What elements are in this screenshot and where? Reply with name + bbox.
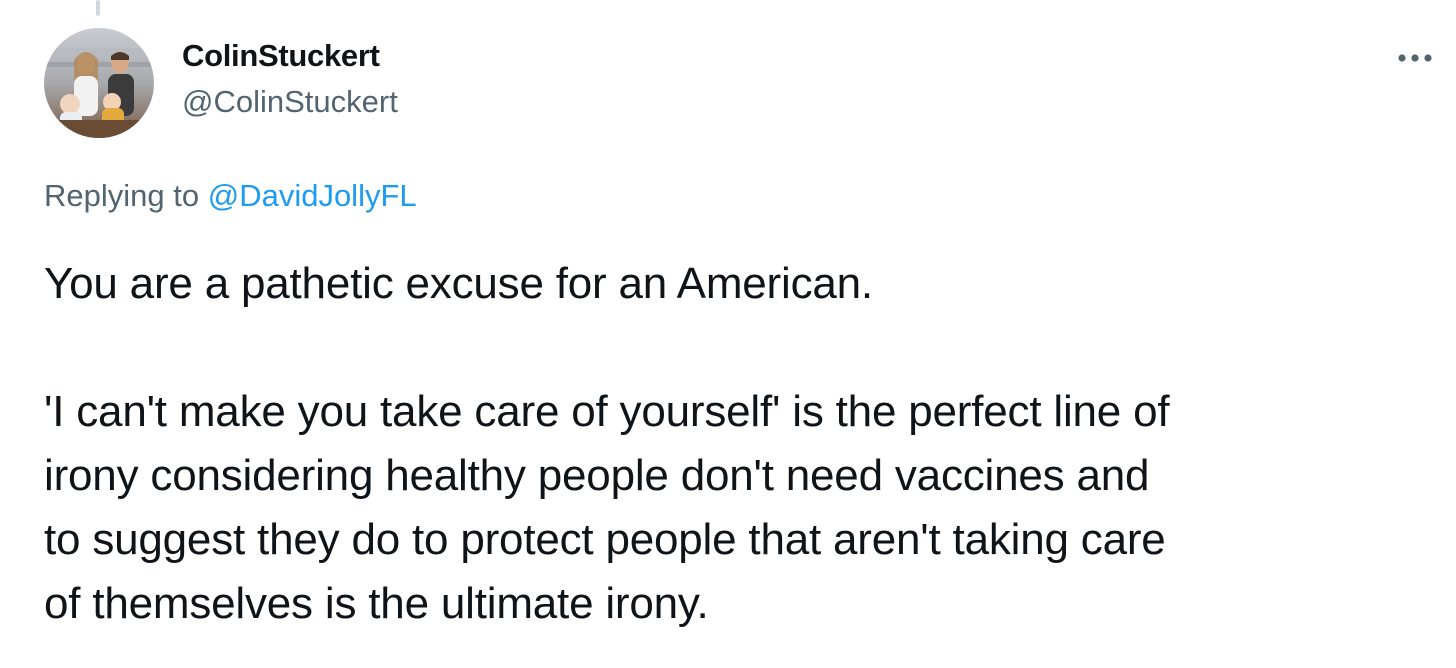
paragraph-break: [44, 316, 1444, 380]
tweet-text-line: irony considering healthy people don't n…: [44, 451, 1150, 500]
tweet-text-line: to suggest they do to protect people tha…: [44, 515, 1166, 564]
more-options-icon[interactable]: [1396, 46, 1434, 70]
thread-connector-line: [96, 0, 100, 16]
author-avatar[interactable]: [44, 28, 154, 138]
tweet-text-line: of themselves is the ultimate irony.: [44, 579, 709, 628]
author-display-name[interactable]: ColinStuckert: [182, 38, 380, 74]
reply-context: Replying to @DavidJollyFL: [44, 178, 417, 214]
tweet-text-line: 'I can't make you take care of yourself'…: [44, 387, 1170, 436]
tweet-text: You are a pathetic excuse for an America…: [44, 252, 1444, 636]
user-avatar-photo-icon: [44, 28, 154, 138]
reply-context-prefix: Replying to: [44, 178, 200, 213]
author-handle[interactable]: @ColinStuckert: [182, 84, 398, 120]
reply-mention-link[interactable]: @DavidJollyFL: [208, 178, 417, 213]
tweet-text-line: You are a pathetic excuse for an America…: [44, 259, 873, 308]
